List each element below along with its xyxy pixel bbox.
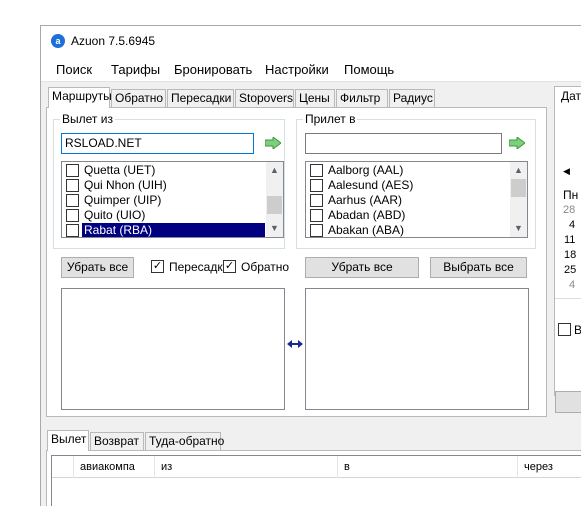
departure-clear-button[interactable]: Убрать все <box>61 257 134 278</box>
departure-selected-area[interactable] <box>61 288 285 410</box>
list-item-checkbox[interactable] <box>310 164 323 177</box>
list-item[interactable]: Abakan (ABA) <box>308 223 527 237</box>
list-item-checkbox[interactable] <box>310 194 323 207</box>
scroll-thumb[interactable] <box>267 196 282 214</box>
tab-dates[interactable]: Дат <box>554 86 581 107</box>
list-item[interactable]: Qui Nhon (UIH) <box>64 178 283 193</box>
window-title: Azuon 7.5.6945 <box>71 34 156 48</box>
column-from[interactable]: из <box>155 456 338 478</box>
list-item[interactable]: Quito (UIO) <box>64 208 283 223</box>
calendar-date[interactable]: 11 <box>564 234 575 246</box>
list-item-label: Abakan (ABA) <box>328 223 405 237</box>
arrival-select-all-button[interactable]: Выбрать все <box>430 257 527 278</box>
calendar-date[interactable]: 25 <box>564 264 576 276</box>
tab-return[interactable]: Обратно <box>111 89 166 108</box>
departure-add-arrow-icon[interactable] <box>265 137 281 149</box>
list-item-label: Aalborg (AAL) <box>328 163 404 177</box>
transfers-label: Пересадки <box>169 260 230 274</box>
tab-radius[interactable]: Радиус <box>389 89 435 108</box>
list-item-label: Aarhus (AAR) <box>328 193 403 207</box>
arrival-add-arrow-icon[interactable] <box>509 137 525 149</box>
list-item[interactable]: Aalesund (AES) <box>308 178 527 193</box>
azuon-logo-icon: a <box>51 34 65 48</box>
transfers-checkbox[interactable]: ✓ <box>151 260 164 273</box>
tab-stopovers[interactable]: Stopovers <box>235 89 294 108</box>
tab-filter[interactable]: Фильтр <box>336 89 388 108</box>
tab-transfers[interactable]: Пересадки <box>167 89 234 108</box>
side-action-button[interactable] <box>555 391 581 413</box>
menu-search[interactable]: Поиск <box>56 62 92 77</box>
departure-scrollbar[interactable]: ▲ ▼ <box>266 162 283 237</box>
list-item-label: Aalesund (AES) <box>328 178 414 192</box>
arrival-selected-area[interactable] <box>305 288 529 410</box>
list-item-checkbox[interactable] <box>66 194 79 207</box>
list-item-checkbox[interactable] <box>66 209 79 222</box>
column-airline[interactable]: авиакомпа <box>74 456 155 478</box>
calendar: ◀ Пн 28 4 11 18 25 4 Вы <box>554 106 581 413</box>
list-item[interactable]: Aalborg (AAL) <box>308 163 527 178</box>
list-item-label: Qui Nhon (UIH) <box>84 178 167 192</box>
column-via[interactable]: через <box>518 456 581 478</box>
scroll-thumb[interactable] <box>511 179 526 197</box>
return-checkbox[interactable]: ✓ <box>223 260 236 273</box>
calendar-date[interactable]: 4 <box>569 219 575 231</box>
grid-header: авиакомпа из в через <box>52 456 581 478</box>
side-option-label: Вы <box>574 323 581 337</box>
scroll-up-icon[interactable]: ▲ <box>266 162 283 179</box>
menu-fares[interactable]: Тарифы <box>111 62 160 77</box>
calendar-divider <box>555 298 581 299</box>
list-item-checkbox[interactable] <box>66 179 79 192</box>
list-item[interactable]: Abadan (ABD) <box>308 208 527 223</box>
list-item-label: Abadan (ABD) <box>328 208 406 222</box>
scroll-up-icon[interactable]: ▲ <box>510 162 527 179</box>
list-item-label: Quito (UIO) <box>84 208 146 222</box>
return-label: Обратно <box>241 260 290 274</box>
tab-prices[interactable]: Цены <box>295 89 335 108</box>
calendar-date[interactable]: 28 <box>563 204 575 216</box>
dates-panel: Дат ◀ Пн 28 4 11 18 25 4 Вы <box>554 86 581 416</box>
departure-group-label: Вылет из <box>60 112 115 126</box>
list-item-checkbox[interactable] <box>66 224 79 237</box>
list-item-selected[interactable]: Rabat (RBA) <box>64 223 283 237</box>
list-item-checkbox[interactable] <box>310 224 323 237</box>
swap-arrows-icon[interactable] <box>287 339 303 349</box>
list-item[interactable]: Quimper (UIP) <box>64 193 283 208</box>
list-item-label: Rabat (RBA) <box>82 223 265 237</box>
title-bar: a Azuon 7.5.6945 <box>41 26 581 56</box>
arrival-list[interactable]: Aalborg (AAL) Aalesund (AES) Aarhus (AAR… <box>305 161 528 238</box>
list-item[interactable]: Aarhus (AAR) <box>308 193 527 208</box>
list-item-label: Quimper (UIP) <box>84 193 162 207</box>
calendar-date[interactable]: 18 <box>564 249 576 261</box>
arrival-clear-button[interactable]: Убрать все <box>305 257 419 278</box>
calendar-weekday: Пн <box>563 188 579 202</box>
departure-search-input[interactable]: RSLOAD.NET <box>61 133 254 154</box>
calendar-prev-icon[interactable]: ◀ <box>563 166 570 177</box>
tab-routes[interactable]: Маршруты <box>48 87 112 108</box>
list-item-label: Quetta (UET) <box>84 163 156 177</box>
menu-settings[interactable]: Настройки <box>265 62 329 77</box>
tab-results-return[interactable]: Возврат <box>90 432 144 451</box>
scroll-down-icon[interactable]: ▼ <box>510 220 527 237</box>
list-item-checkbox[interactable] <box>310 179 323 192</box>
column-to[interactable]: в <box>338 456 518 478</box>
arrival-scrollbar[interactable]: ▲ ▼ <box>510 162 527 237</box>
tab-results-roundtrip[interactable]: Туда-обратно <box>145 432 224 451</box>
list-item-checkbox[interactable] <box>310 209 323 222</box>
menu-booking[interactable]: Бронировать <box>174 62 252 77</box>
side-option-checkbox[interactable] <box>558 323 571 336</box>
menu-help[interactable]: Помощь <box>344 62 394 77</box>
departure-list[interactable]: Quetta (UET) Qui Nhon (UIH) Quimper (UIP… <box>61 161 284 238</box>
list-item-checkbox[interactable] <box>66 164 79 177</box>
arrival-group-label: Прилет в <box>303 112 358 126</box>
tab-results-departure[interactable]: Вылет <box>47 430 89 451</box>
arrival-search-input[interactable] <box>305 133 502 154</box>
grid-row-header <box>52 456 74 478</box>
calendar-date[interactable]: 4 <box>569 279 575 291</box>
list-item[interactable]: Quetta (UET) <box>64 163 283 178</box>
menu-bar: Поиск Тарифы Бронировать Настройки Помощ… <box>41 56 581 82</box>
results-grid[interactable]: авиакомпа из в через <box>51 455 581 506</box>
scroll-down-icon[interactable]: ▼ <box>266 220 283 237</box>
